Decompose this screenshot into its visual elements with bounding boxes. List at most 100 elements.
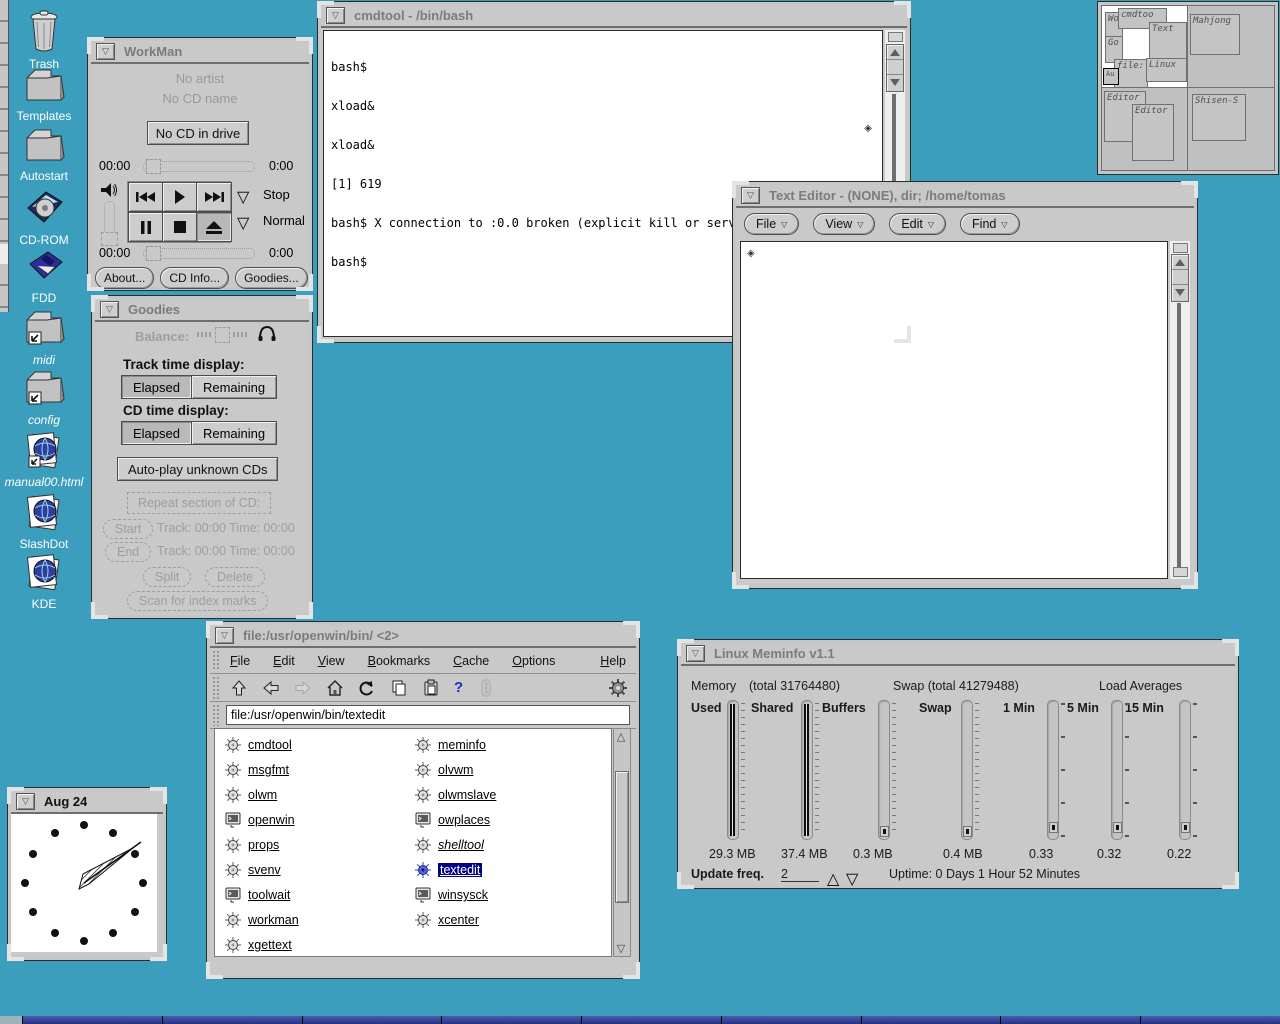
file-item[interactable]: toolwait [225, 885, 290, 905]
menu-bookmarks[interactable]: Bookmarks [368, 654, 431, 668]
play-button[interactable] [162, 182, 198, 212]
file-item[interactable]: msgfmt [225, 760, 289, 780]
resize-corner[interactable] [677, 872, 694, 889]
filelist-scrollbar[interactable]: △ ▽ [613, 728, 631, 957]
resize-corner[interactable] [7, 944, 24, 961]
toolbar-grip[interactable] [212, 704, 220, 726]
track-position-slider[interactable] [143, 161, 255, 172]
home-icon[interactable] [326, 679, 344, 697]
spinner-down-icon[interactable]: ▽ [846, 869, 858, 889]
cd-remaining-option[interactable]: Remaining [191, 421, 277, 445]
resize-corner[interactable] [677, 639, 694, 656]
delete-button[interactable]: Delete [205, 567, 265, 587]
file-link[interactable]: msgfmt [248, 763, 289, 777]
file-item[interactable]: winsysck [415, 885, 488, 905]
pager-mini-window[interactable]: Text [1149, 22, 1187, 61]
url-input[interactable] [226, 705, 630, 725]
cd-position-slider[interactable] [143, 248, 255, 259]
pager-desktop-3[interactable]: Editor Editor [1101, 87, 1189, 171]
pager-desktop-1[interactable]: Wo cmdtoo Text Go file: Linux Au [1101, 5, 1189, 89]
file-link[interactable]: toolwait [248, 888, 290, 902]
repeat-section-button[interactable]: Repeat section of CD: [127, 492, 271, 514]
file-item[interactable]: cmdtool [225, 735, 292, 755]
toolbar-grip[interactable] [212, 676, 220, 699]
file-link[interactable]: textedit [438, 863, 482, 877]
file-link[interactable]: svenv [248, 863, 281, 877]
file-item[interactable]: olwmslave [415, 785, 496, 805]
scan-index-button[interactable]: Scan for index marks [127, 591, 268, 611]
file-link[interactable]: cmdtool [248, 738, 292, 752]
split-button[interactable]: Split [143, 567, 191, 587]
up-icon[interactable] [230, 679, 248, 697]
desktop-icon-midi[interactable]: midi [0, 308, 88, 367]
resize-corner[interactable] [7, 787, 24, 804]
autoplay-button[interactable]: Auto-play unknown CDs [117, 457, 278, 481]
clock-titlebar[interactable]: ▽ Aug 24 [11, 791, 163, 814]
file-item[interactable]: xcenter [415, 910, 479, 930]
file-menu-button[interactable]: File▽ [744, 213, 799, 235]
slider-thumb[interactable] [146, 246, 161, 261]
scroll-down-icon[interactable] [1172, 285, 1188, 299]
balance-slider[interactable] [215, 327, 230, 343]
taskbar-button[interactable] [582, 1016, 721, 1024]
volume-slider[interactable] [104, 201, 115, 245]
resize-corner[interactable] [1222, 639, 1239, 656]
slider-thumb[interactable] [101, 232, 118, 246]
texteditor-scrollbar[interactable] [1170, 241, 1190, 579]
menu-view[interactable]: View [318, 654, 345, 668]
taskbar-button[interactable] [1141, 1016, 1280, 1024]
track-remaining-option[interactable]: Remaining [191, 375, 277, 399]
slider-thumb[interactable] [146, 159, 161, 174]
cmdtool-titlebar[interactable]: ▽ cmdtool - /bin/bash [321, 5, 907, 28]
scroll-down-icon[interactable]: ▽ [614, 941, 628, 956]
file-link[interactable]: xcenter [438, 913, 479, 927]
cd-status-button[interactable]: No CD in drive [147, 121, 249, 145]
repeat-end-button[interactable]: End [105, 542, 151, 562]
file-link[interactable]: owplaces [438, 813, 490, 827]
next-track-button[interactable] [196, 182, 232, 212]
desktop-icon-templates[interactable]: Templates [0, 66, 88, 123]
menu-file[interactable]: File [230, 654, 250, 668]
help-icon[interactable]: ? [454, 679, 463, 696]
forward-icon[interactable] [294, 679, 312, 697]
file-link[interactable]: olvwm [438, 763, 473, 777]
scroll-up-icon[interactable]: △ [614, 729, 628, 744]
pager-mini-window[interactable]: Shisen-S [1192, 94, 1246, 141]
menu-edit[interactable]: Edit [273, 654, 295, 668]
edit-menu-button[interactable]: Edit▽ [889, 213, 946, 235]
pause-button[interactable] [128, 212, 164, 242]
speed-mode-dropdown[interactable]: ▽ [237, 213, 249, 233]
texteditor-titlebar[interactable]: ▽ Text Editor - (NONE), dir; /home/tomas [736, 185, 1194, 208]
taskbar-button[interactable] [862, 1016, 1001, 1024]
resize-corner[interactable] [623, 621, 640, 638]
file-link[interactable]: meminfo [438, 738, 486, 752]
desktop-icon-kde[interactable]: KDE [0, 552, 88, 611]
file-link[interactable]: openwin [248, 813, 295, 827]
pager-desktop-4[interactable]: Shisen-S [1187, 87, 1275, 171]
file-item-selected[interactable]: textedit [415, 860, 482, 880]
pager-mini-window[interactable]: Mahjong [1190, 14, 1240, 55]
scrollbar-elevator[interactable] [886, 44, 904, 92]
scrollbar-anchor[interactable] [888, 32, 903, 42]
file-link-symlink[interactable]: shelltool [438, 838, 484, 852]
resize-corner[interactable] [317, 1, 334, 18]
scrollbar-anchor[interactable] [1173, 243, 1188, 253]
resize-corner[interactable] [317, 326, 334, 343]
taskbar-button[interactable] [0, 1016, 22, 1024]
desktop-icon-cdrom[interactable]: CD-ROM [0, 188, 88, 247]
taskbar-button[interactable] [23, 1016, 162, 1024]
desktop-icon-manual-html[interactable]: manual00.html [0, 430, 88, 489]
desktop-icon-autostart[interactable]: Autostart [0, 126, 88, 183]
gear-icon[interactable] [608, 678, 628, 698]
resize-corner[interactable] [894, 326, 911, 343]
desktop-icon-slashdot[interactable]: SlashDot [0, 492, 88, 551]
paste-icon[interactable] [422, 679, 440, 697]
scroll-up-icon[interactable] [887, 45, 903, 59]
file-item[interactable]: xgettext [225, 935, 292, 955]
filemanager-titlebar[interactable]: ▽ file:/usr/openwin/bin/ <2> [210, 625, 636, 648]
menu-options[interactable]: Options [512, 654, 555, 668]
menu-cache[interactable]: Cache [453, 654, 489, 668]
find-menu-button[interactable]: Find▽ [960, 213, 1019, 235]
resize-corner[interactable] [732, 181, 749, 198]
file-item[interactable]: olvwm [415, 760, 473, 780]
